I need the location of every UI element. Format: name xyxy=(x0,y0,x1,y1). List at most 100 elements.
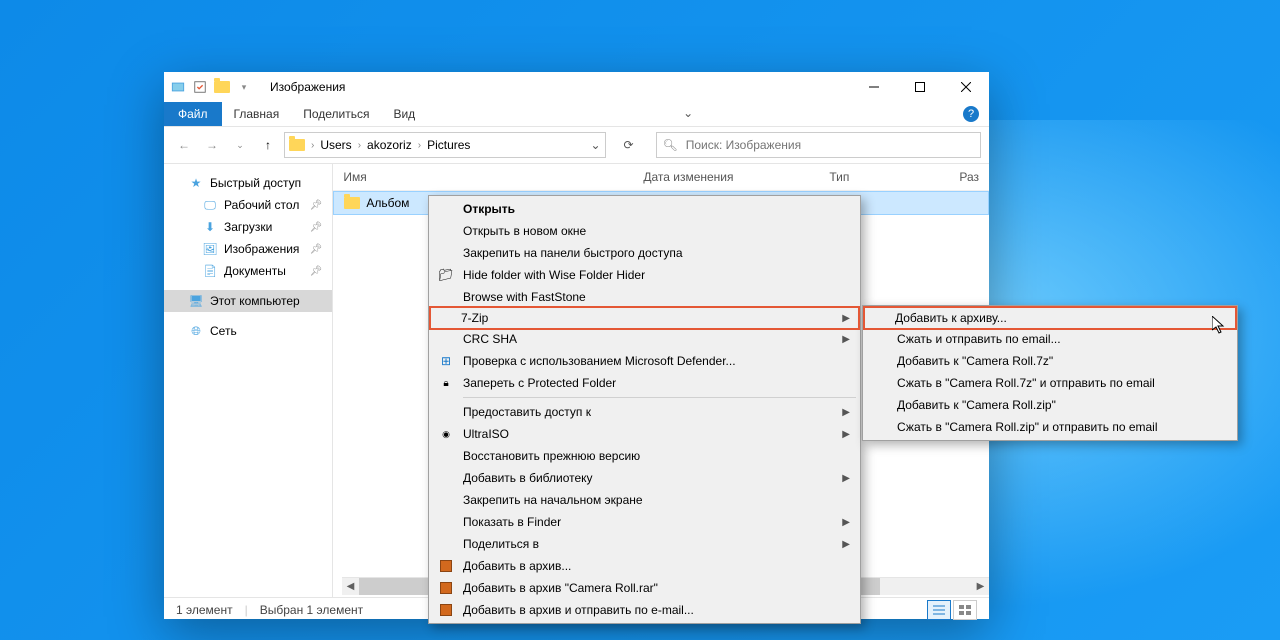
nav-recent-button[interactable]: ⌄ xyxy=(228,133,252,157)
ribbon-collapse-icon[interactable]: ⌄ xyxy=(683,106,693,126)
ctx-pin-start[interactable]: Закрепить на начальном экране xyxy=(431,489,858,511)
col-name[interactable]: Имя xyxy=(333,170,633,184)
defender-icon: ⊞ xyxy=(437,352,455,370)
ctx-restore[interactable]: Восстановить прежнюю версию xyxy=(431,445,858,467)
sub-compress-7z-email[interactable]: Сжать в "Camera Roll.7z" и отправить по … xyxy=(865,372,1235,394)
ctx-open-new[interactable]: Открыть в новом окне xyxy=(431,220,858,242)
sidebar-label: Изображения xyxy=(224,242,299,256)
ctx-finder[interactable]: Показать в Finder▶ xyxy=(431,511,858,533)
sidebar-documents[interactable]: 📄︎Документы📌︎ xyxy=(164,260,332,282)
ultraiso-icon: ◉ xyxy=(437,425,455,443)
window-title: Изображения xyxy=(270,80,345,94)
separator xyxy=(463,397,856,398)
ctx-hide-folder[interactable]: 📁︎Hide folder with Wise Folder Hider xyxy=(431,264,858,286)
rar-icon xyxy=(437,579,455,597)
sub-compress-email[interactable]: Сжать и отправить по email... xyxy=(865,328,1235,350)
sub-add-zip[interactable]: Добавить к "Camera Roll.zip" xyxy=(865,394,1235,416)
sidebar-desktop[interactable]: 🖵Рабочий стол📌︎ xyxy=(164,194,332,216)
minimize-button[interactable] xyxy=(851,72,897,102)
sub-add-archive[interactable]: Добавить к архиву... xyxy=(863,306,1237,330)
scroll-left-button[interactable]: ◀ xyxy=(342,578,359,595)
context-menu: Открыть Открыть в новом окне Закрепить н… xyxy=(428,195,861,624)
status-count: 1 элемент xyxy=(176,603,233,617)
sidebar-label: Этот компьютер xyxy=(210,294,300,308)
col-date[interactable]: Дата изменения xyxy=(633,170,819,184)
folder-icon xyxy=(344,197,360,209)
ctx-pin-quick[interactable]: Закрепить на панели быстрого доступа xyxy=(431,242,858,264)
tab-share[interactable]: Поделиться xyxy=(291,102,381,126)
pc-icon: 🖥︎ xyxy=(188,293,204,309)
view-icons-button[interactable] xyxy=(953,600,977,620)
ctx-add-archive[interactable]: Добавить в архив... xyxy=(431,555,858,577)
col-type[interactable]: Тип xyxy=(819,170,949,184)
ctx-defender[interactable]: ⊞Проверка с использованием Microsoft Def… xyxy=(431,350,858,372)
close-button[interactable] xyxy=(943,72,989,102)
submenu-arrow-icon: ▶ xyxy=(842,473,850,484)
cursor-icon xyxy=(1212,316,1228,336)
search-input[interactable] xyxy=(684,137,974,153)
network-icon: 🌐︎ xyxy=(188,323,204,339)
ctx-share-access[interactable]: Предоставить доступ к▶ xyxy=(431,401,858,423)
ctx-share-to[interactable]: Поделиться в▶ xyxy=(431,533,858,555)
nav-fwd-button: → xyxy=(200,133,224,157)
ctx-add-email[interactable]: Добавить в архив и отправить по e-mail..… xyxy=(431,599,858,621)
nav-back-button[interactable]: ← xyxy=(172,133,196,157)
submenu-arrow-icon: ▶ xyxy=(842,429,850,440)
submenu-arrow-icon: ▶ xyxy=(842,539,850,550)
nav-up-button[interactable]: ↑ xyxy=(256,133,280,157)
documents-icon: 📄︎ xyxy=(202,263,218,279)
ctx-add-rar[interactable]: Добавить в архив "Camera Roll.rar" xyxy=(431,577,858,599)
ctx-protected[interactable]: 🔒︎Запереть с Protected Folder xyxy=(431,372,858,394)
sidebar-quick-access[interactable]: ★ Быстрый доступ xyxy=(164,172,332,194)
submenu-arrow-icon: ▶ xyxy=(842,517,850,528)
ctx-7zip[interactable]: 7-Zip▶ xyxy=(429,306,860,330)
rar-icon xyxy=(437,601,455,619)
ctx-faststone[interactable]: Browse with FastStone xyxy=(431,286,858,308)
help-icon[interactable]: ? xyxy=(963,106,979,122)
desktop-icon: 🖵 xyxy=(202,197,218,213)
qat-folder-icon[interactable] xyxy=(214,79,230,95)
submenu-arrow-icon: ▶ xyxy=(842,313,850,324)
maximize-button[interactable] xyxy=(897,72,943,102)
view-details-button[interactable] xyxy=(927,600,951,620)
breadcrumb-user[interactable]: akozoriz xyxy=(367,138,412,152)
star-icon: ★ xyxy=(188,175,204,191)
search-box[interactable]: 🔍︎ xyxy=(656,132,982,158)
submenu-7zip: Добавить к архиву... Сжать и отправить п… xyxy=(862,305,1238,441)
sidebar-downloads[interactable]: ⬇ Загрузки 📌︎ xyxy=(164,216,332,238)
submenu-arrow-icon: ▶ xyxy=(842,334,850,345)
sub-add-7z[interactable]: Добавить к "Camera Roll.7z" xyxy=(865,350,1235,372)
sidebar-label: Быстрый доступ xyxy=(210,176,301,190)
sidebar-pictures[interactable]: 🖼︎ Изображения 📌︎ xyxy=(164,238,332,260)
col-size[interactable]: Раз xyxy=(949,170,989,184)
ctx-ultraiso[interactable]: ◉UltraISO▶ xyxy=(431,423,858,445)
breadcrumb-folder[interactable]: Pictures xyxy=(427,138,470,152)
pin-icon: 📌︎ xyxy=(310,222,323,233)
titlebar[interactable]: ▾ Изображения xyxy=(164,72,989,102)
pin-icon: 📌︎ xyxy=(310,244,323,255)
breadcrumb[interactable]: › Users › akozoriz › Pictures ⌄ xyxy=(284,132,606,158)
tab-home[interactable]: Главная xyxy=(222,102,292,126)
nav-bar: ← → ⌄ ↑ › Users › akozoriz › Pictures ⌄ … xyxy=(164,127,989,164)
pin-icon: 📌︎ xyxy=(310,266,323,277)
tab-file[interactable]: Файл xyxy=(164,102,222,126)
ctx-crc-sha[interactable]: CRC SHA▶ xyxy=(431,328,858,350)
downloads-icon: ⬇ xyxy=(202,219,218,235)
pictures-icon: 🖼︎ xyxy=(202,241,218,257)
wise-icon: 📁︎ xyxy=(437,266,455,284)
scroll-right-button[interactable]: ▶ xyxy=(972,578,989,595)
ctx-open[interactable]: Открыть xyxy=(431,198,858,220)
tab-view[interactable]: Вид xyxy=(381,102,427,126)
ctx-library[interactable]: Добавить в библиотеку▶ xyxy=(431,467,858,489)
sidebar-label: Загрузки xyxy=(224,220,272,234)
breadcrumb-users[interactable]: Users xyxy=(320,138,351,152)
sidebar-network[interactable]: 🌐︎Сеть xyxy=(164,320,332,342)
breadcrumb-dropdown-icon[interactable]: ⌄ xyxy=(590,138,600,152)
refresh-button[interactable]: ⟳ xyxy=(614,132,644,158)
qat-props-icon[interactable] xyxy=(192,79,208,95)
qat-dropdown-icon[interactable]: ▾ xyxy=(236,79,252,95)
sub-compress-zip-email[interactable]: Сжать в "Camera Roll.zip" и отправить по… xyxy=(865,416,1235,438)
sidebar-this-pc[interactable]: 🖥︎ Этот компьютер xyxy=(164,290,332,312)
sidebar: ★ Быстрый доступ 🖵Рабочий стол📌︎ ⬇ Загрузк… xyxy=(164,164,333,597)
app-icon xyxy=(170,79,186,95)
